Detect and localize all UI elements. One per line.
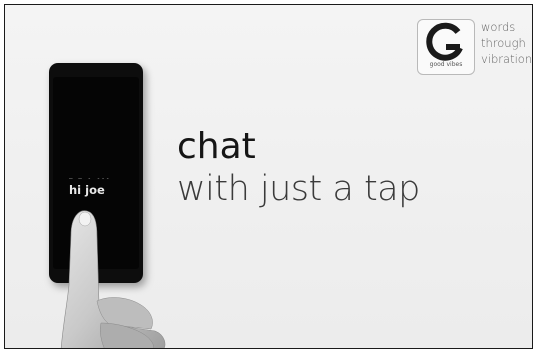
- brand-tagline: words through vibrations: [481, 19, 533, 67]
- phone-screen: — — - --- hi joe: [53, 77, 139, 269]
- headline: chat with just a tap: [177, 127, 420, 211]
- headline-title: chat: [177, 126, 256, 167]
- tagline-line: words: [481, 20, 516, 34]
- logo-subtitle: good vibes: [429, 61, 463, 68]
- headline-subtitle: with just a tap: [177, 169, 420, 209]
- chat-message: hi joe: [69, 183, 105, 197]
- tagline-line: through: [481, 36, 526, 50]
- ad-frame: good vibes words through vibrations chat…: [4, 4, 533, 349]
- brand-logo: good vibes words through vibrations: [417, 19, 532, 77]
- morse-indicator: — — - ---: [69, 175, 111, 182]
- tagline-line: vibrations: [481, 52, 533, 66]
- logo-badge: good vibes: [417, 19, 475, 75]
- g-logo-icon: [426, 22, 463, 61]
- smartphone: — — - --- hi joe: [49, 63, 143, 283]
